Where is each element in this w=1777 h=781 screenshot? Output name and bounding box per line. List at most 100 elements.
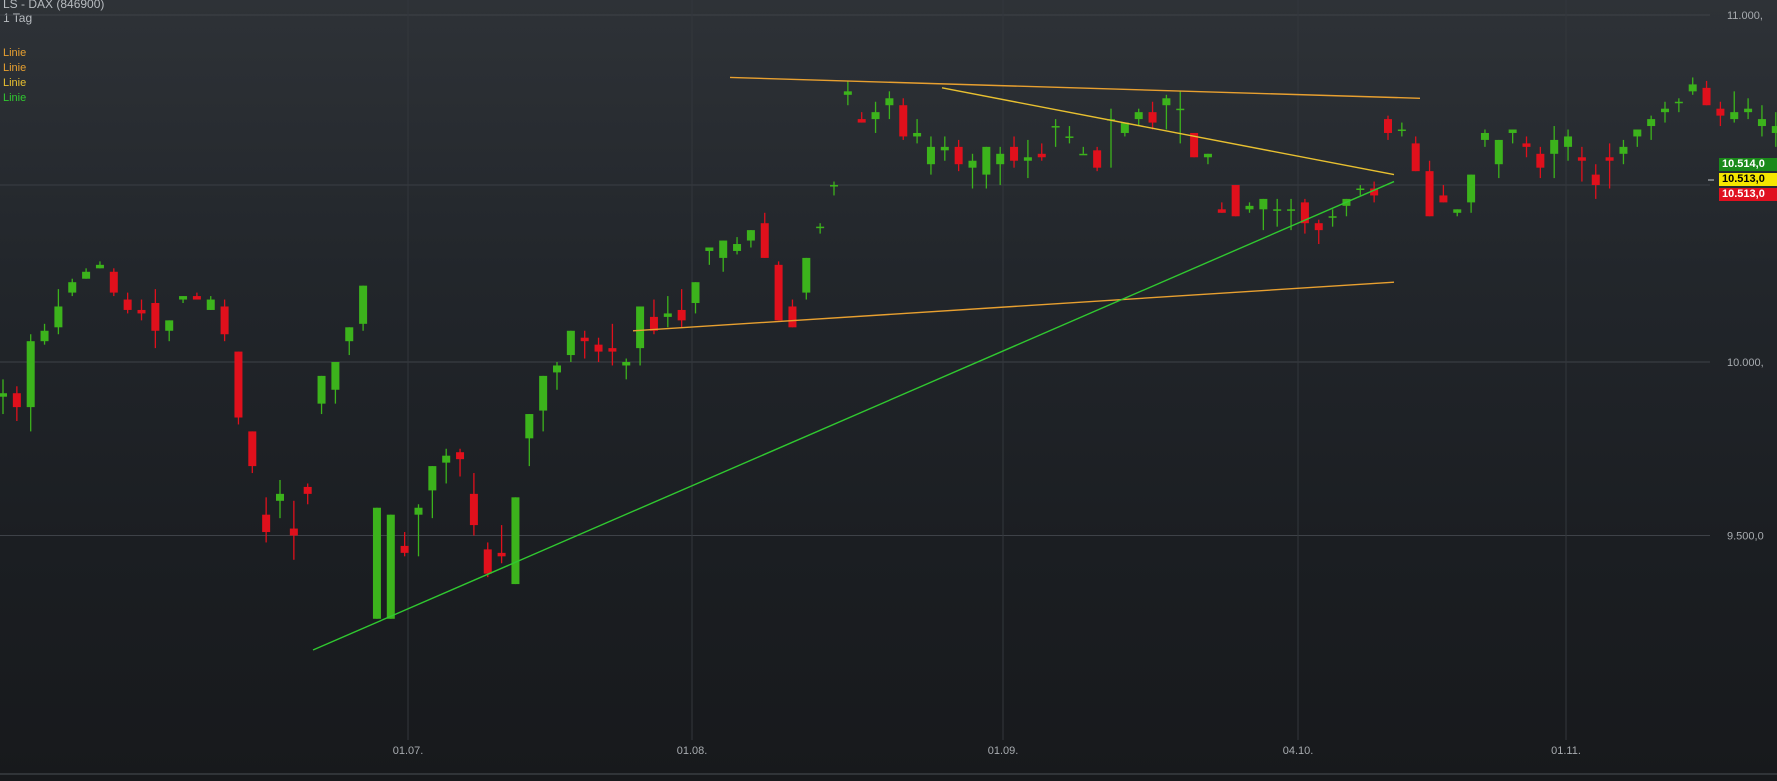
candle-up [1023,157,1032,161]
candle-up [1176,108,1185,111]
candle-down [469,493,478,526]
candle-up [179,296,188,300]
candle-down [1314,223,1323,231]
candle-up [331,362,340,390]
candle-down [1702,87,1711,106]
candle-up [636,306,645,349]
candle-down [1411,143,1420,172]
y-tick-label: 11.000, [1727,10,1763,22]
last-price-badge: 10.514,0 [1719,158,1777,171]
candle-down [1522,143,1531,147]
ask-price-badge: 10.513,0 [1719,188,1777,201]
candle-down [289,528,298,536]
candle-up [1550,139,1559,154]
candle-down [1217,209,1226,213]
candle-down [262,514,271,533]
candle-up [1619,146,1628,154]
candle-up [1245,205,1254,210]
x-tick-label: 01.07. [393,745,424,757]
candle-down [608,348,617,352]
candle-up [913,132,922,137]
candle-up [68,282,77,293]
candle-up [414,507,423,515]
candle-up [1757,119,1766,127]
candle-up [359,285,368,324]
candle-down [1384,119,1392,133]
candle-up [317,375,326,404]
candle-up [705,247,714,251]
candle-up [511,497,520,585]
trendline [632,281,1395,332]
candle-up [1730,112,1739,120]
candle-up [0,393,7,397]
candle-up [996,153,1005,165]
candle-down [1536,153,1545,168]
candle-up [1467,174,1476,203]
candle-up [276,493,284,501]
candle-down [857,119,866,123]
y-tick-label: 10.000, [1727,357,1764,369]
candle-up [525,414,534,439]
candle-up [1397,129,1406,132]
candle-up [40,330,49,342]
candle-up [871,112,880,120]
candle-up [982,146,991,175]
candle-up [1134,112,1143,120]
candle-up [843,91,852,95]
candle-down [1439,195,1448,203]
candle-up [802,257,811,293]
candle-up [1051,126,1060,128]
candle-down [1148,112,1157,123]
candle-up [1079,153,1088,156]
candle-up [746,230,755,241]
candle-up [165,320,174,331]
candle-up [622,362,631,366]
candle-down [220,306,229,335]
candle-up [1744,108,1753,113]
candle-down [123,299,132,310]
candle-up [1771,126,1777,133]
candle-up [1287,209,1296,211]
candle-down [303,486,312,494]
trendline [312,180,1395,651]
candle-up [968,160,977,168]
candle-down [1577,157,1586,161]
candle-down [580,337,589,342]
candle-up [816,226,825,229]
candle-up [1647,119,1656,127]
candle-down [1231,185,1240,217]
candle-up [95,264,104,269]
candle-down [1605,157,1614,161]
candle-up [1273,209,1282,211]
candle-down [192,296,201,300]
candle-down [456,452,465,460]
candle-up [539,375,548,411]
x-tick-label: 04.10. [1283,745,1314,757]
candle-down [497,552,506,557]
candle-up [26,341,35,408]
candle-up [1661,108,1669,113]
candle-up [733,244,742,251]
candle-down [1010,146,1019,161]
x-tick-label: 01.09. [988,745,1019,757]
candlestick-chart[interactable]: 11.000, 10.000, 9.500,0 01.07. 01.08. 01.09. 0… [0,0,1777,781]
candle-up [553,365,561,373]
candle-up [1494,139,1503,165]
candle-up [1564,136,1573,147]
candle-up [1688,84,1697,92]
candle-down [12,393,21,408]
candle-up [54,306,63,328]
candle-down [1425,171,1434,217]
candle-up [372,507,381,619]
y-tick-label: 9.500,0 [1727,531,1764,543]
candle-down [248,431,257,467]
candle-up [719,240,728,258]
candle-down [109,271,118,293]
candle-up [206,299,215,310]
candle-up [566,330,575,356]
candle-up [1162,98,1171,106]
bid-price-badge: 10.513,0 [1719,173,1777,186]
candle-up [1453,209,1462,213]
candle-down [760,223,769,258]
candle-up [940,146,949,151]
